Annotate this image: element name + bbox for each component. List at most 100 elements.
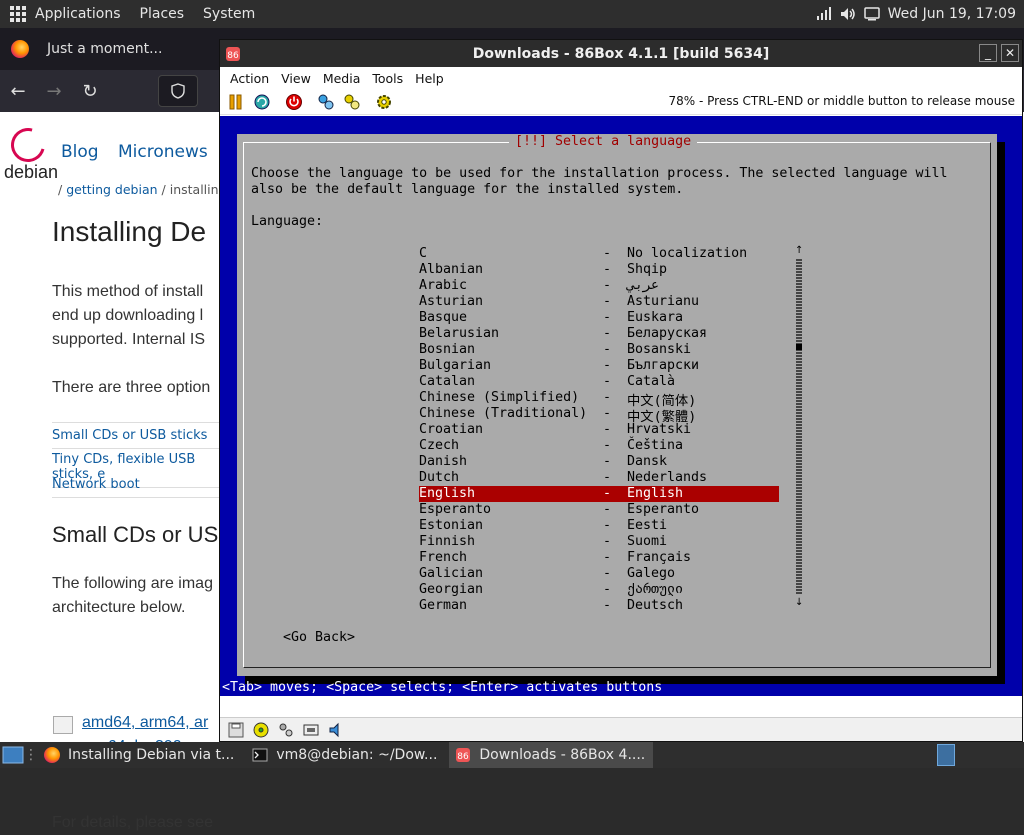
forward-arrow-icon[interactable]: → [36, 81, 72, 102]
top-panel: Applications Places System Wed Jun 19, 1… [0, 0, 1024, 28]
language-name: Basque [419, 310, 468, 325]
page-title: Installing De [52, 216, 207, 247]
hard-disk-icon[interactable] [277, 722, 295, 738]
gear-icon [377, 94, 391, 109]
language-name: German [419, 598, 468, 613]
language-option-french[interactable]: French - Français [419, 550, 779, 566]
language-option-esperanto[interactable]: Esperanto - Esperanto [419, 502, 779, 518]
language-list: C - No localization Albanian - Shqip Arabic - عر… [419, 246, 779, 614]
language-option-dutch[interactable]: Dutch - Nederlands [419, 470, 779, 486]
language-option-german[interactable]: German - Deutsch [419, 598, 779, 614]
language-option-chinese-traditional[interactable]: Chinese (Traditional) - 中文(繁體) [419, 406, 779, 425]
language-option-georgian[interactable]: Georgian - ქართული [419, 582, 779, 598]
scroll-up-arrow-icon[interactable]: ↑ [795, 246, 803, 256]
installer-help-line: <Tab> moves; <Space> selects; <Enter> ac… [222, 680, 663, 695]
volume-icon[interactable] [840, 7, 856, 21]
language-name: Danish [419, 454, 468, 469]
workspace-switcher[interactable] [937, 744, 955, 766]
language-scrollbar[interactable]: ↑ ↓ [795, 246, 803, 608]
language-name: C [419, 246, 428, 261]
mouse-capture-status: 78% - Press CTRL-END or middle button to… [668, 94, 1015, 108]
language-option-galician[interactable]: Galician - Galego [419, 566, 779, 582]
browser-tab[interactable]: Just a moment... [47, 41, 162, 57]
language-label: Language: [251, 214, 324, 229]
network-signal-icon[interactable] [816, 7, 832, 21]
back-arrow-icon[interactable]: ← [0, 81, 36, 102]
show-menu-icon[interactable] [2, 744, 24, 766]
pause-button[interactable] [226, 92, 246, 112]
toc-link-small-cds[interactable]: Small CDs or USB sticks [52, 422, 222, 449]
menu-tools[interactable]: Tools [372, 71, 403, 86]
url-bar[interactable] [158, 75, 198, 107]
task-terminal[interactable]: vm8@debian: ~/Dow... [246, 742, 445, 768]
language-option-czech[interactable]: Czech - Čeština [419, 438, 779, 454]
go-back-button[interactable]: <Go Back> [283, 630, 355, 645]
menu-view[interactable]: View [281, 71, 311, 86]
language-option-belarusian[interactable]: Belarusian - Беларуская [419, 326, 779, 342]
language-option-basque[interactable]: Basque - Euskara [419, 310, 779, 326]
scrollbar-thumb[interactable] [796, 344, 802, 350]
intro-paragraph: This method of install end up downloadin… [52, 280, 205, 352]
apps-grid-icon[interactable] [10, 6, 26, 22]
task-firefox[interactable]: Installing Debian via t... [38, 742, 242, 768]
minimize-button[interactable]: _ [979, 44, 997, 62]
86box-titlebar[interactable]: 86 Downloads - 86Box 4.1.1 [build 5634] … [220, 40, 1022, 67]
debian-logo[interactable]: debian [4, 121, 58, 183]
menu-media[interactable]: Media [323, 71, 361, 86]
task-label: Downloads - 86Box 4.... [479, 747, 646, 763]
clock[interactable]: Wed Jun 19, 17:09 [888, 6, 1016, 22]
nav-link-blog[interactable]: Blog [61, 142, 99, 162]
language-option-c[interactable]: C - No localization [419, 246, 779, 262]
places-menu[interactable]: Places [140, 6, 185, 22]
display-icon[interactable] [863, 7, 880, 21]
language-separator: - [603, 374, 612, 389]
language-option-albanian[interactable]: Albanian - Shqip [419, 262, 779, 278]
settings-button[interactable] [374, 92, 394, 112]
breadcrumb-current: / installing [161, 182, 227, 197]
taskbar-handle-icon[interactable]: ⋮ [24, 747, 38, 763]
language-option-estonian[interactable]: Estonian - Eesti [419, 518, 779, 534]
close-button[interactable]: ✕ [1001, 44, 1019, 62]
reload-icon[interactable]: ↻ [72, 81, 108, 102]
scrollbar-track[interactable] [796, 258, 802, 594]
language-native-name: Català [627, 374, 676, 389]
toc-link-network-boot[interactable]: Network boot [52, 472, 222, 498]
language-name: Dutch [419, 470, 460, 485]
arch-links-line1[interactable]: amd64, arm64, ar [82, 714, 208, 732]
language-option-catalan[interactable]: Catalan - Català [419, 374, 779, 390]
language-option-arabic[interactable]: Arabic - عربي [419, 278, 779, 294]
nav-link-micronews[interactable]: Micronews [118, 142, 208, 162]
vm-screen[interactable]: [!!] Select a language Choose the langua… [220, 116, 1022, 696]
cdrom-drive-icon[interactable] [252, 722, 270, 738]
language-native-name: Suomi [627, 534, 668, 549]
intro-line: supported. Internal IS [52, 331, 205, 348]
floppy-drive-icon[interactable] [227, 722, 245, 738]
breadcrumb-link-getting-debian[interactable]: getting debian [66, 182, 157, 197]
intro-line: This method of install [52, 283, 204, 300]
toolbar: 78% - Press CTRL-END or middle button to… [220, 89, 1022, 115]
network-card-icon[interactable] [302, 722, 320, 738]
language-option-danish[interactable]: Danish - Dansk [419, 454, 779, 470]
menu-action[interactable]: Action [230, 71, 269, 86]
system-menu[interactable]: System [203, 6, 255, 22]
language-separator: - [603, 422, 612, 437]
language-option-finnish[interactable]: Finnish - Suomi [419, 534, 779, 550]
language-option-croatian[interactable]: Croatian - Hrvatski [419, 422, 779, 438]
sound-card-icon[interactable] [327, 722, 345, 738]
menubar: Action View Media Tools Help [220, 67, 1022, 89]
language-native-name: Беларуская [627, 326, 708, 341]
language-option-english[interactable]: English - English [419, 486, 779, 502]
scroll-down-arrow-icon[interactable]: ↓ [795, 598, 803, 608]
applications-menu[interactable]: Applications [35, 6, 121, 22]
language-option-chinese-simplified[interactable]: Chinese (Simplified) - 中文(简体) [419, 390, 779, 409]
power-button[interactable] [284, 92, 304, 112]
reset-button[interactable] [252, 92, 272, 112]
images-line: The following are imag [52, 575, 213, 592]
ctrl-alt-esc-button[interactable] [342, 92, 362, 112]
ctrl-alt-del-button[interactable] [316, 92, 336, 112]
language-option-bosnian[interactable]: Bosnian - Bosanski [419, 342, 779, 358]
language-option-bulgarian[interactable]: Bulgarian - Български [419, 358, 779, 374]
language-option-asturian[interactable]: Asturian - Asturianu [419, 294, 779, 310]
menu-help[interactable]: Help [415, 71, 444, 86]
task-86box[interactable]: 86 Downloads - 86Box 4.... [449, 742, 654, 768]
